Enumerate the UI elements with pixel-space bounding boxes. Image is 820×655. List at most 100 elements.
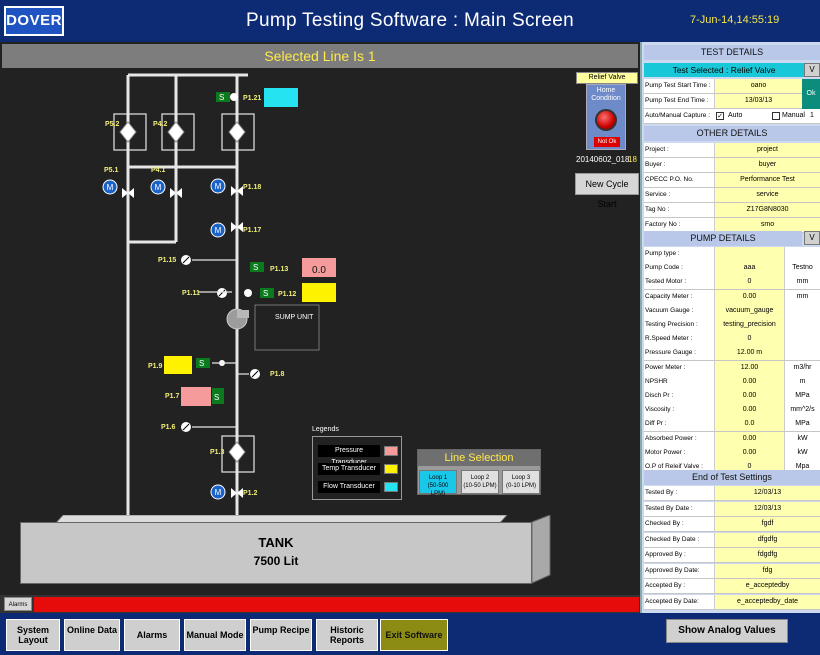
- solenoid-valve-p1-21: S: [216, 92, 238, 102]
- detail-value[interactable]: Performance Test: [714, 173, 820, 187]
- svg-text:S: S: [253, 263, 258, 272]
- end-time-value[interactable]: 13/03/13: [714, 94, 802, 108]
- legends-title: Legends: [312, 426, 339, 433]
- detail-value[interactable]: 0.00: [714, 403, 784, 418]
- relief-valve-indicator: Home Condition Not Ok: [586, 84, 626, 150]
- detail-row: Diff Pr : 0.0 MPa: [644, 417, 820, 433]
- label-p5-1: P5.1: [104, 167, 119, 174]
- detail-label: NPSHR: [645, 377, 668, 385]
- loop-2-button[interactable]: Loop 2 (10-50 LPM): [461, 470, 499, 494]
- line-selection-title: Line Selection: [418, 450, 540, 466]
- online-data-button[interactable]: Online Data: [64, 619, 120, 651]
- filter-p4-2: [167, 121, 185, 143]
- label-p1-6: P1.6: [161, 424, 176, 431]
- label-p1-7: P1.7: [165, 393, 180, 400]
- details-panel: TEST DETAILS Test Selected : Relief Valv…: [640, 42, 820, 613]
- system-layout-button[interactable]: System Layout: [6, 619, 60, 651]
- show-analog-values-button[interactable]: Show Analog Values: [666, 619, 788, 643]
- detail-label: Vacuum Gauge :: [645, 306, 694, 314]
- detail-value[interactable]: testing_precision: [714, 318, 784, 332]
- datetime: 7-Jun-14,14:55:19: [690, 14, 780, 26]
- test-details-header: TEST DETAILS: [644, 45, 820, 60]
- detail-label: Pump Code :: [645, 264, 683, 272]
- detail-row: CPECC P.O. No. Performance Test: [644, 173, 820, 188]
- detail-unit: [784, 332, 820, 347]
- detail-value[interactable]: buyer: [714, 158, 820, 172]
- detail-value[interactable]: project: [714, 143, 820, 157]
- detail-unit: MPa: [784, 389, 820, 403]
- detail-unit: MPa: [784, 417, 820, 432]
- svg-text:M: M: [215, 226, 222, 235]
- legend-flow: Flow Transducer: [318, 481, 398, 493]
- start-time-row: Pump Test Start Time : oano: [644, 79, 820, 94]
- status-lamp-icon: [595, 109, 617, 131]
- start-time-value[interactable]: oano: [714, 79, 802, 93]
- detail-value[interactable]: 0.00: [714, 445, 784, 460]
- label-p1-12: P1.12: [278, 291, 296, 298]
- label-p1-8: P1.8: [270, 371, 285, 378]
- detail-value[interactable]: service: [714, 188, 820, 202]
- detail-unit: mm: [784, 289, 820, 304]
- label-p1-21: P1.21: [243, 95, 261, 102]
- legends-box: Pressure Transducer Temp Transducer Flow…: [312, 436, 402, 500]
- start-time-label: Pump Test Start Time :: [645, 82, 711, 89]
- detail-value[interactable]: 0.00: [714, 431, 784, 446]
- manual-checkbox[interactable]: [772, 112, 780, 120]
- detail-value[interactable]: vacuum_gauge: [714, 303, 784, 318]
- detail-value[interactable]: 12.00: [714, 360, 784, 375]
- detail-value[interactable]: Z17G8N8030: [714, 203, 820, 217]
- detail-value[interactable]: 12/03/13: [714, 501, 820, 516]
- gauge-p1-8: [250, 369, 260, 379]
- flow-meter-p1-18: M: [210, 178, 226, 194]
- detail-row: Testing Precision : testing_precision: [644, 318, 820, 333]
- pump-recipe-button[interactable]: Pump Recipe: [250, 619, 312, 651]
- detail-value[interactable]: smo: [714, 218, 820, 232]
- detail-value[interactable]: e_acceptedby: [714, 579, 820, 593]
- detail-label: Project :: [645, 146, 669, 153]
- end-time-label: Pump Test End Time :: [645, 97, 709, 104]
- detail-value[interactable]: 0: [714, 332, 784, 347]
- test-dropdown-button[interactable]: V: [804, 63, 820, 77]
- exit-software-button[interactable]: Exit Software: [380, 619, 448, 651]
- detail-value[interactable]: [714, 247, 784, 261]
- loop-name: Loop 3: [511, 475, 531, 481]
- detail-row: Tested By Date : 12/03/13: [644, 501, 820, 517]
- test-selected-field[interactable]: Test Selected : Relief Valve: [644, 63, 804, 77]
- pump-dropdown-button[interactable]: V: [804, 231, 820, 245]
- detail-label: Diff Pr :: [645, 420, 667, 428]
- loop-3-button[interactable]: Loop 3 (0-10 LPM): [502, 470, 540, 494]
- detail-value[interactable]: 0: [714, 275, 784, 290]
- detail-value[interactable]: 0.00: [714, 289, 784, 304]
- loop-1-button[interactable]: Loop 1 (50-500 LPM): [419, 470, 457, 497]
- detail-value[interactable]: 12.00 m: [714, 346, 784, 361]
- solenoid-valve-p1-7: S: [212, 388, 224, 404]
- alarms-button[interactable]: Alarms: [124, 619, 180, 651]
- piping-schematic: M M M M M S S S S S 0.0 P5.2 P4.2 P1.21 …: [102, 73, 336, 515]
- detail-row: Checked By : fgdf: [644, 517, 820, 532]
- capture-row: Auto/Manual Capture : ✓ Auto Manual 1: [644, 109, 820, 124]
- detail-label: Motor Power :: [645, 448, 686, 456]
- detail-value[interactable]: aaa: [714, 261, 784, 276]
- new-cycle-start-button[interactable]: New Cycle Start: [575, 173, 639, 209]
- detail-value[interactable]: 0.00: [714, 374, 784, 389]
- detail-value[interactable]: 0.0: [714, 417, 784, 432]
- detail-unit: Testno: [784, 261, 820, 276]
- detail-value[interactable]: dfgdfg: [714, 532, 820, 547]
- auto-checkbox[interactable]: ✓: [716, 112, 724, 120]
- tank-title: TANK: [258, 535, 294, 550]
- detail-value[interactable]: 12/03/13: [714, 486, 820, 500]
- detail-value[interactable]: 0.00: [714, 389, 784, 403]
- manual-mode-button[interactable]: Manual Mode: [184, 619, 246, 651]
- detail-label: Capacity Meter :: [645, 292, 693, 300]
- historic-reports-button[interactable]: Historic Reports: [316, 619, 378, 651]
- ok-button[interactable]: Ok: [802, 79, 820, 109]
- detail-value[interactable]: e_acceptedby_date: [714, 594, 820, 609]
- detail-row: Absorbed Power : 0.00 kW: [644, 431, 820, 447]
- detail-unit: [784, 247, 820, 261]
- detail-value[interactable]: fgdf: [714, 517, 820, 531]
- detail-label: Service :: [645, 191, 671, 198]
- detail-row: Motor Power : 0.00 kW: [644, 445, 820, 461]
- detail-value[interactable]: fdg: [714, 563, 820, 578]
- detail-value[interactable]: fdgdfg: [714, 548, 820, 562]
- temp-readout-p1-9: [164, 356, 192, 374]
